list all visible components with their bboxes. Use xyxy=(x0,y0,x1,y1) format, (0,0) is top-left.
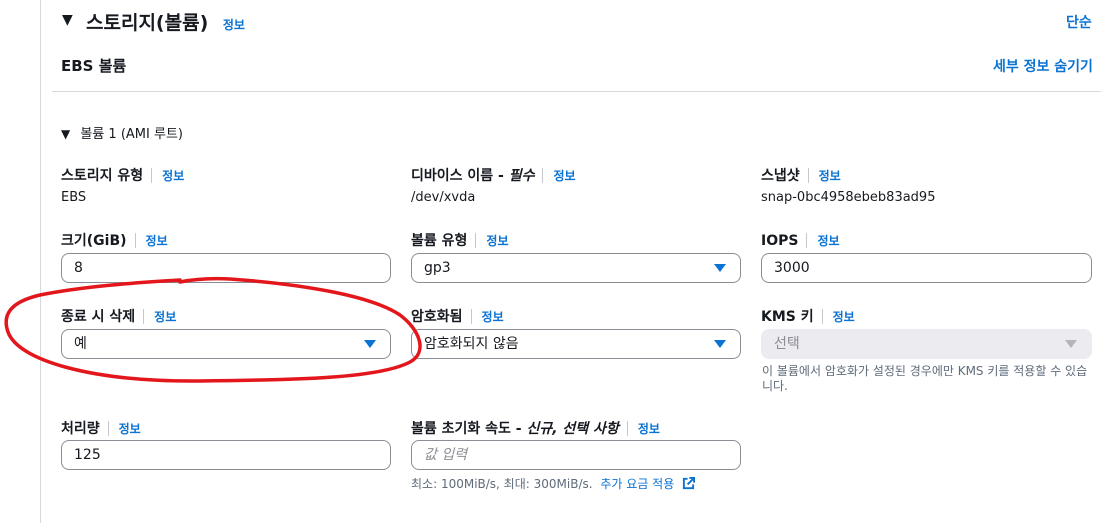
panel-left-border xyxy=(40,0,41,523)
volume-toggle[interactable]: ▼ 볼륨 1 (AMI 루트) xyxy=(61,123,183,142)
collapse-toggle-icon[interactable]: ▼ xyxy=(62,12,73,28)
section-title: 스토리지(볼륨) 정보 xyxy=(86,8,245,35)
volume-type-info-link[interactable]: 정보 xyxy=(486,234,508,248)
encrypted-select[interactable]: 암호화되지 않음 xyxy=(411,329,741,359)
annotation-circle xyxy=(4,276,422,383)
kms-key-hint: 이 볼륨에서 암호화가 설정된 경우에만 KMS 키를 적용할 수 있습니다. xyxy=(762,364,1088,393)
dropdown-caret-icon xyxy=(1065,340,1077,348)
snapshot-info-link[interactable]: 정보 xyxy=(819,169,841,183)
kms-key-select[interactable]: 선택 xyxy=(761,329,1092,359)
init-rate-label: 볼륨 초기화 속도 - 신규, 선택 사항 xyxy=(411,421,619,437)
storage-type-value: EBS xyxy=(61,190,87,205)
iops-input-value: 3000 xyxy=(774,260,810,276)
init-rate-placeholder: 값 입력 xyxy=(424,447,468,463)
init-rate-hint: 최소: 100MiB/s, 최대: 300MiB/s. 추가 요금 적용 xyxy=(411,477,696,492)
throughput-info-link[interactable]: 정보 xyxy=(119,422,141,436)
divider xyxy=(52,91,1101,92)
kms-key-select-value: 선택 xyxy=(774,336,800,352)
init-rate-hint-text: 최소: 100MiB/s, 최대: 300MiB/s. xyxy=(411,477,593,491)
kms-key-label-row: KMS 키 정보 xyxy=(761,306,855,326)
device-name-label-row: 디바이스 이름 - 필수 정보 xyxy=(411,165,576,185)
snapshot-label-row: 스냅샷 정보 xyxy=(761,165,841,185)
dropdown-caret-icon xyxy=(714,264,726,272)
throughput-input[interactable]: 125 xyxy=(61,440,391,470)
storage-type-label: 스토리지 유형 xyxy=(61,168,144,184)
iops-label: IOPS xyxy=(761,233,799,249)
ebs-volume-title: EBS 볼륨 xyxy=(61,57,127,75)
snapshot-label: 스냅샷 xyxy=(761,168,800,184)
storage-type-label-row: 스토리지 유형 정보 xyxy=(61,165,184,185)
init-rate-info-link[interactable]: 정보 xyxy=(638,422,660,436)
info-link[interactable]: 정보 xyxy=(223,18,245,32)
kms-key-info-link[interactable]: 정보 xyxy=(833,310,855,324)
volume-type-label-row: 볼륨 유형 정보 xyxy=(411,230,509,250)
device-name-label: 디바이스 이름 - 필수 xyxy=(411,168,535,184)
snapshot-value: snap-0bc4958ebeb83ad95 xyxy=(761,190,936,205)
device-name-info-link[interactable]: 정보 xyxy=(553,169,575,183)
volume-type-select[interactable]: gp3 xyxy=(411,253,741,283)
dropdown-caret-icon xyxy=(714,340,726,348)
size-label: 크기(GiB) xyxy=(61,233,127,249)
volume-label: 볼륨 1 (AMI 루트) xyxy=(80,127,183,142)
init-rate-input[interactable]: 값 입력 xyxy=(411,440,741,470)
hide-details-link[interactable]: 세부 정보 숨기기 xyxy=(993,56,1093,76)
iops-input[interactable]: 3000 xyxy=(761,253,1092,283)
kms-key-label: KMS 키 xyxy=(761,309,814,325)
additional-charges-link[interactable]: 추가 요금 적용 xyxy=(600,477,696,491)
size-label-row: 크기(GiB) 정보 xyxy=(61,230,168,250)
simple-link[interactable]: 단순 xyxy=(1066,12,1092,32)
storage-type-info-link[interactable]: 정보 xyxy=(162,169,184,183)
iops-label-row: IOPS 정보 xyxy=(761,230,840,249)
device-name-value: /dev/xvda xyxy=(411,190,476,205)
volume-type-label: 볼륨 유형 xyxy=(411,233,468,249)
size-info-link[interactable]: 정보 xyxy=(146,234,168,248)
external-link-icon xyxy=(683,477,696,490)
encrypted-info-link[interactable]: 정보 xyxy=(482,310,504,324)
caret-down-icon: ▼ xyxy=(61,127,71,141)
throughput-label: 처리량 xyxy=(61,421,100,437)
section-title-text: 스토리지(볼륨) xyxy=(86,12,209,34)
throughput-label-row: 처리량 정보 xyxy=(61,418,141,438)
init-rate-label-row: 볼륨 초기화 속도 - 신규, 선택 사항 정보 xyxy=(411,418,660,438)
iops-info-link[interactable]: 정보 xyxy=(817,234,839,248)
throughput-input-value: 125 xyxy=(74,447,101,463)
